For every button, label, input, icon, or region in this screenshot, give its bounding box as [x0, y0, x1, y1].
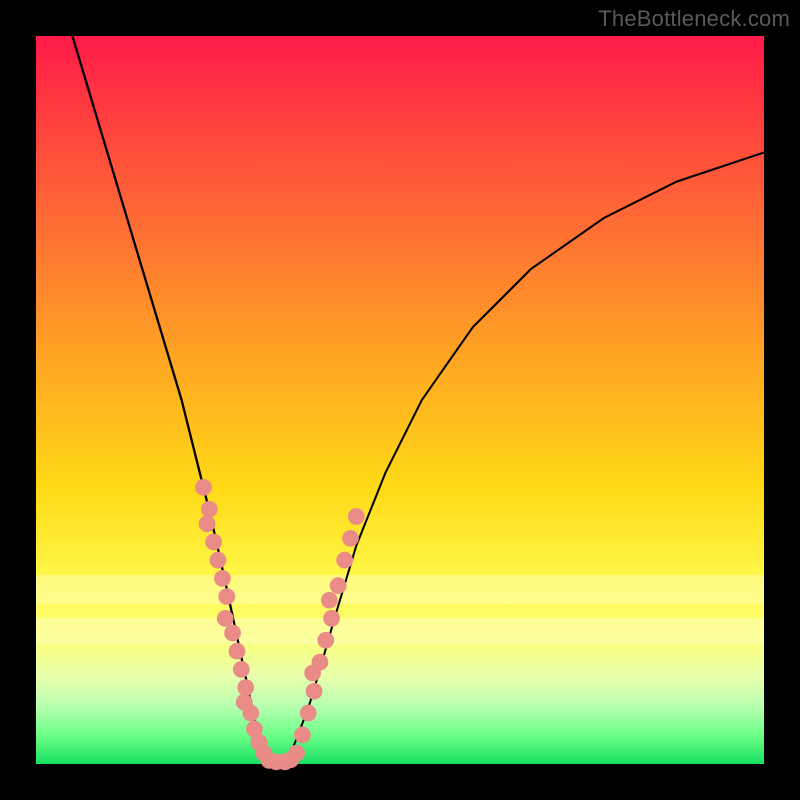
marker-dot	[205, 534, 222, 551]
chart-frame: TheBottleneck.com	[0, 0, 800, 800]
curve-group	[72, 36, 764, 764]
marker-dot	[214, 570, 231, 587]
marker-dot	[218, 588, 235, 605]
marker-dot	[348, 508, 365, 525]
marker-dot	[229, 643, 246, 660]
marker-group	[195, 479, 365, 770]
marker-dot	[195, 479, 212, 496]
watermark-text: TheBottleneck.com	[598, 6, 790, 32]
chart-svg	[36, 36, 764, 764]
marker-dot	[342, 530, 359, 547]
marker-dot	[217, 610, 234, 627]
marker-dot	[224, 625, 241, 642]
marker-dot	[321, 592, 338, 609]
marker-dot	[312, 654, 329, 671]
marker-dot	[330, 577, 347, 594]
curve-right	[284, 152, 764, 764]
marker-dot	[336, 552, 353, 569]
marker-dot	[201, 501, 218, 518]
marker-dot	[237, 679, 254, 696]
plot-area	[36, 36, 764, 764]
marker-dot	[288, 745, 305, 762]
marker-dot	[233, 661, 250, 678]
marker-dot	[210, 552, 227, 569]
marker-dot	[199, 515, 216, 532]
marker-dot	[323, 610, 340, 627]
marker-dot	[317, 632, 334, 649]
marker-dot	[306, 683, 323, 700]
marker-dot	[300, 705, 317, 722]
marker-dot	[294, 727, 311, 744]
marker-dot	[242, 705, 259, 722]
